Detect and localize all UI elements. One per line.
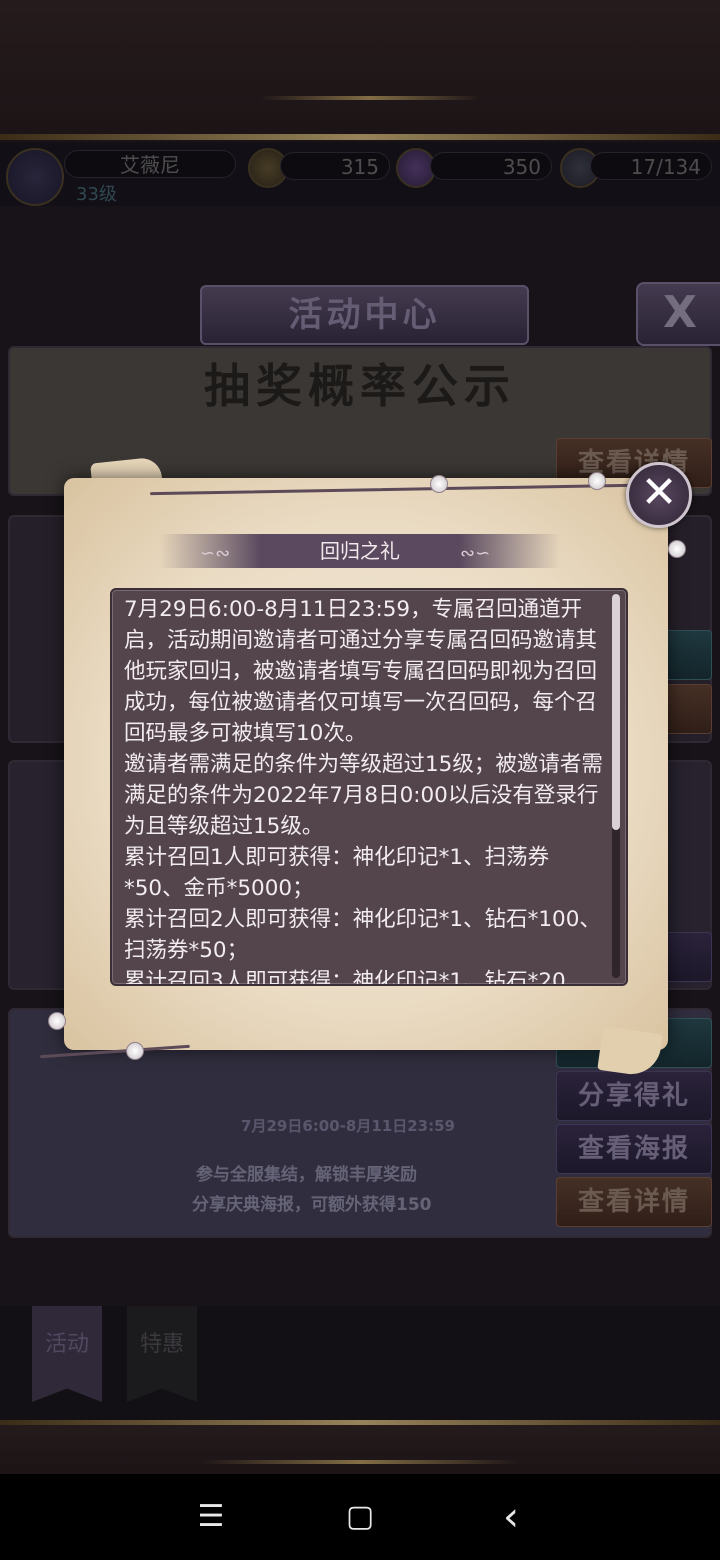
rose-decoration (430, 475, 448, 493)
dialog-text: 7月29日6:00-8月11日23:59，专属召回通道开启，活动期间邀请者可通过… (124, 594, 604, 986)
menu-icon[interactable]: ☰ (186, 1494, 236, 1540)
home-icon[interactable]: ▢ (335, 1494, 385, 1540)
dialog-paragraph: 7月29日6:00-8月11日23:59，专属召回通道开启，活动期间邀请者可通过… (124, 597, 598, 746)
dialog-text-scroll-area[interactable]: 7月29日6:00-8月11日23:59，专属召回通道开启，活动期间邀请者可通过… (110, 588, 628, 986)
rose-decoration (588, 472, 606, 490)
rose-decoration (668, 540, 686, 558)
back-icon[interactable]: ‹ (486, 1494, 536, 1540)
dialog-paragraph: 累计召回3人即可获得：神化印记*1、钻石*20 (124, 969, 566, 986)
scrollbar-thumb[interactable] (612, 594, 620, 830)
rose-decoration (126, 1042, 144, 1060)
dialog-paragraph: 累计召回1人即可获得：神化印记*1、扫荡券*50、金币*5000； (124, 845, 550, 901)
dialog-paragraph: 累计召回2人即可获得：神化印记*1、钻石*100、扫荡券*50； (124, 907, 601, 963)
dialog-title: 回归之礼 (320, 539, 400, 563)
dialog-paragraph: 邀请者需满足的条件为等级超过15级；被邀请者需满足的条件为2022年7月8日0:… (124, 752, 603, 839)
dialog-close-button[interactable]: ✕ (626, 462, 692, 528)
rose-decoration (48, 1012, 66, 1030)
